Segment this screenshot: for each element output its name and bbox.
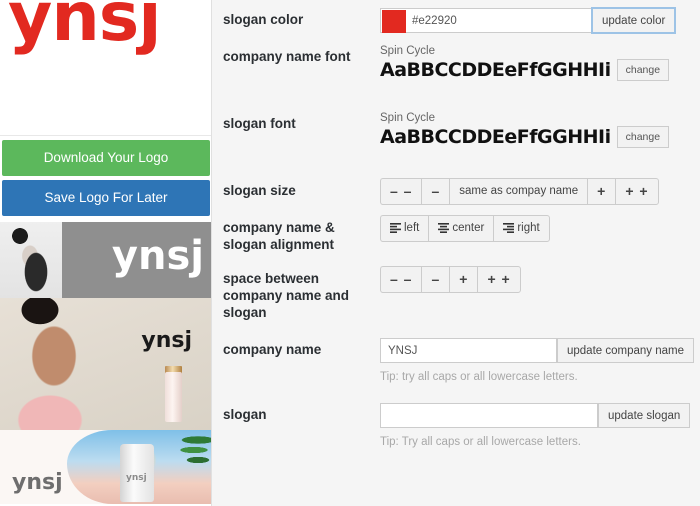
- label-slogan: slogan: [223, 407, 267, 422]
- palm-leaf-image: [168, 432, 211, 466]
- update-company-name-button[interactable]: update company name: [557, 338, 694, 363]
- update-slogan-button[interactable]: update slogan: [598, 403, 691, 428]
- label-slogan-size: slogan size: [223, 183, 296, 198]
- slogan-font-name: Spin Cycle: [380, 112, 435, 124]
- align-right-icon: [503, 223, 515, 233]
- slogan-size-same-as-company-button[interactable]: same as compay name: [449, 178, 588, 205]
- slogan-color-control: update color: [380, 8, 676, 33]
- spacing-increase-button[interactable]: +: [449, 266, 478, 293]
- spacing-increase-much-button[interactable]: + +: [477, 266, 521, 293]
- slogan-size-decrease-button[interactable]: –: [421, 178, 450, 205]
- slogan-size-decrease-much-button[interactable]: – –: [380, 178, 422, 205]
- mockup-logo-text: ynsj: [111, 233, 204, 279]
- save-logo-button[interactable]: Save Logo For Later: [2, 180, 210, 216]
- align-left-button[interactable]: left: [380, 215, 429, 242]
- spacing-button-group: – – – + + +: [380, 266, 521, 293]
- label-company-name-font: company name font: [223, 49, 351, 64]
- align-center-button[interactable]: center: [428, 215, 494, 242]
- align-left-label: left: [404, 222, 420, 234]
- alignment-button-group: left center right: [380, 215, 550, 242]
- align-right-label: right: [517, 222, 540, 234]
- align-left-icon: [390, 223, 401, 233]
- logo-settings-panel: slogan color update color company name f…: [212, 0, 700, 506]
- company-name-input[interactable]: [380, 338, 557, 363]
- label-spacing: space between company name and slogan: [223, 271, 350, 320]
- align-center-label: center: [452, 222, 485, 234]
- slogan-font-sample: AaBBCCDDEeFfGGHHIi: [380, 126, 611, 148]
- spacing-decrease-button[interactable]: –: [421, 266, 450, 293]
- color-swatch[interactable]: [382, 10, 406, 33]
- alignment-control: left center right: [380, 215, 550, 242]
- preview-mockup-grey-banner[interactable]: ynsj: [0, 222, 211, 298]
- company-font-name: Spin Cycle: [380, 45, 435, 57]
- slogan-input[interactable]: [380, 403, 598, 428]
- company-name-font-control: Spin Cycle AaBBCCDDEeFfGGHHIi change: [380, 45, 670, 81]
- label-company-name: company name: [223, 342, 322, 357]
- slogan-size-increase-button[interactable]: +: [587, 178, 616, 205]
- label-alignment: company name & slogan alignment: [223, 220, 335, 252]
- change-slogan-font-button[interactable]: change: [616, 126, 670, 148]
- beauty-model-image: [0, 298, 114, 430]
- tube-logo-text: ynsj: [126, 473, 147, 483]
- slogan-size-increase-much-button[interactable]: + +: [615, 178, 659, 205]
- label-slogan-color: slogan color: [223, 12, 304, 27]
- slogan-font-control: Spin Cycle AaBBCCDDEeFfGGHHIi change: [380, 112, 670, 148]
- company-font-sample: AaBBCCDDEeFfGGHHIi: [380, 59, 611, 81]
- slogan-size-control: – – – same as compay name + + +: [380, 178, 659, 205]
- mockup-logo-text: ynsj: [12, 470, 63, 495]
- spacing-control: – – – + + +: [380, 266, 521, 293]
- company-name-control: update company name Tip: try all caps or…: [380, 338, 694, 383]
- logo-preview-column: ynsj Download Your Logo Save Logo For La…: [0, 0, 212, 506]
- slogan-tip: Tip: Try all caps or all lowercase lette…: [380, 436, 581, 448]
- align-right-button[interactable]: right: [493, 215, 550, 242]
- label-slogan-font: slogan font: [223, 116, 296, 131]
- logo-maker-app: ynsj Download Your Logo Save Logo For La…: [0, 0, 700, 506]
- slogan-size-button-group: – – – same as compay name + + +: [380, 178, 659, 205]
- preview-mockup-beauty-model[interactable]: ynsj: [0, 298, 211, 430]
- company-name-tip: Tip: try all caps or all lowercase lette…: [380, 371, 578, 383]
- spacing-decrease-much-button[interactable]: – –: [380, 266, 422, 293]
- logo-canvas[interactable]: ynsj: [0, 0, 211, 136]
- align-center-icon: [438, 223, 450, 233]
- preview-mockup-stack: ynsj ynsj ynsj ynsj: [0, 222, 211, 504]
- update-color-button[interactable]: update color: [592, 8, 676, 33]
- change-company-font-button[interactable]: change: [616, 59, 670, 81]
- preview-mockup-beach-sunscreen[interactable]: ynsj ynsj: [0, 430, 211, 504]
- product-bottle-image: [165, 372, 182, 422]
- model-silhouette-image: [0, 222, 62, 298]
- color-input-wrapper[interactable]: [380, 8, 592, 33]
- logo-wordmark: ynsj: [8, 0, 162, 57]
- download-logo-button[interactable]: Download Your Logo: [2, 140, 210, 176]
- mockup-logo-text: ynsj: [141, 328, 192, 353]
- slogan-control: update slogan Tip: Try all caps or all l…: [380, 403, 691, 448]
- slogan-color-input[interactable]: [406, 9, 584, 32]
